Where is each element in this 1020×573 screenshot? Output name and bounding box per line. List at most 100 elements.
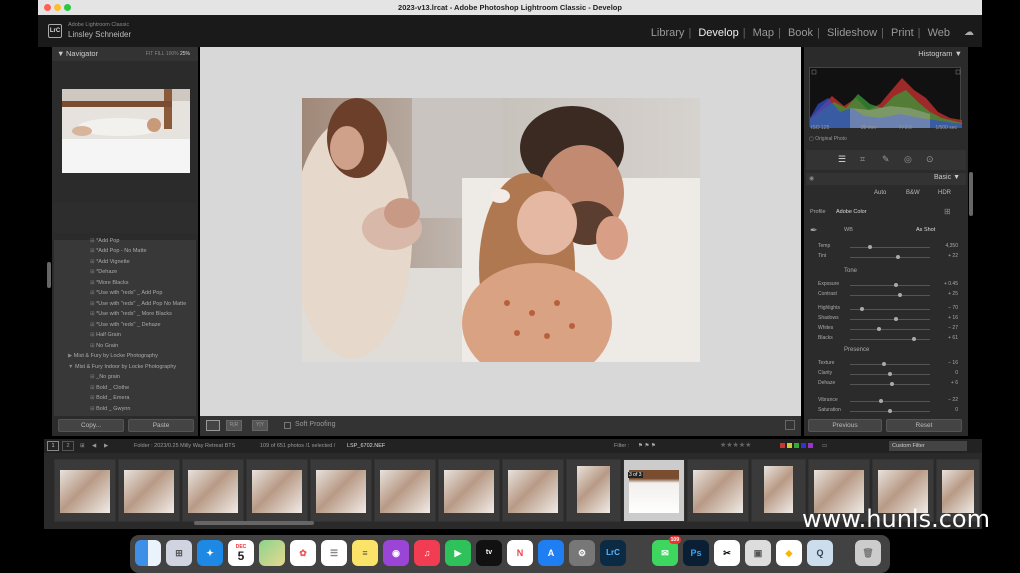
slider-knob[interactable] — [896, 255, 900, 259]
slider-knob[interactable] — [860, 307, 864, 311]
safari-icon[interactable]: ✦ — [197, 540, 223, 566]
navigator-header[interactable]: ▼ Navigator FIT FILL 100% 25% — [52, 47, 198, 61]
label-yellow-filter[interactable] — [787, 443, 792, 448]
preset-item[interactable]: ⊞ *Use with "reds" _ Add Pop — [90, 290, 162, 296]
slider-value[interactable]: − 22 — [948, 397, 958, 403]
slider-tint[interactable]: Tint + 22 — [810, 252, 960, 262]
launchpad-icon[interactable]: ⊞ — [166, 540, 192, 566]
preset-item[interactable]: ⊞ *Dehaze — [90, 269, 117, 275]
before-after-icon[interactable]: R|R — [226, 420, 242, 431]
wb-select[interactable]: As Shot — [916, 227, 935, 233]
slider-knob[interactable] — [897, 293, 902, 297]
slider-value[interactable]: − 16 — [948, 360, 958, 366]
histogram[interactable] — [809, 67, 962, 128]
news-icon[interactable]: N — [507, 540, 533, 566]
slider-exposure[interactable]: Exposure + 0.45 — [810, 280, 960, 290]
slider-shadows[interactable]: Shadows + 16 — [810, 314, 960, 324]
slider-knob[interactable] — [888, 372, 892, 376]
reset-button[interactable]: Reset — [886, 419, 962, 432]
slider-track[interactable] — [850, 329, 930, 330]
lock-icon[interactable]: ▭ — [822, 439, 827, 453]
slider-track[interactable] — [850, 401, 930, 402]
bw-button[interactable]: B&W — [906, 190, 920, 196]
slider-value[interactable]: − 27 — [948, 325, 958, 331]
zoom-100[interactable]: 100% — [166, 51, 179, 57]
filmstrip-thumb[interactable] — [566, 459, 621, 522]
preset-item[interactable]: ⊞ *Add Vignette — [90, 259, 130, 265]
slider-value[interactable]: 0 — [955, 407, 958, 413]
filmstrip-thumb[interactable] — [246, 459, 308, 522]
back-arrow-icon[interactable]: ◀ — [92, 439, 96, 453]
podcasts-icon[interactable]: ◉ — [383, 540, 409, 566]
photoshop-icon[interactable]: Ps — [683, 540, 709, 566]
module-library[interactable]: Library — [651, 27, 685, 39]
loupe-photo[interactable] — [302, 98, 700, 362]
navigator-preview[interactable] — [62, 89, 190, 173]
filmstrip-thumb[interactable] — [54, 459, 116, 522]
page-2-button[interactable]: 2 — [62, 441, 74, 451]
filmstrip-thumb[interactable] — [118, 459, 180, 522]
slider-knob[interactable] — [879, 399, 884, 403]
reminders-icon[interactable]: ☰ — [321, 540, 347, 566]
before-after-swap-icon[interactable]: Y|Y — [252, 420, 268, 431]
lightroom-classic-icon[interactable]: LrC — [600, 540, 626, 566]
trash-icon[interactable]: 🗑 — [855, 540, 881, 566]
slider-track[interactable] — [850, 364, 930, 365]
maps-icon[interactable] — [259, 540, 285, 566]
selected-file[interactable]: LSP_6702.NEF — [347, 439, 385, 453]
custom-filter-select[interactable]: Custom Filter — [889, 441, 967, 451]
filmstrip-thumb-selected[interactable]: 3 of 3 — [623, 459, 685, 522]
healing-icon[interactable]: ✎ — [882, 154, 890, 165]
slider-texture[interactable]: Texture − 16 — [810, 359, 960, 369]
filmstrip-thumb[interactable] — [502, 459, 564, 522]
close-window-button[interactable] — [44, 4, 51, 11]
capcut-icon[interactable]: ✂ — [714, 540, 740, 566]
app-store-icon[interactable]: A — [538, 540, 564, 566]
norton-icon[interactable]: ◆ — [776, 540, 802, 566]
slider-value[interactable]: 0 — [955, 370, 958, 376]
calendar-icon[interactable]: DEC 5 — [228, 540, 254, 566]
filmstrip-thumb[interactable] — [687, 459, 749, 522]
slider-track[interactable] — [850, 285, 930, 286]
original-photo-checkbox[interactable]: ▢ Original Photo — [809, 136, 847, 142]
edit-sliders-icon[interactable]: ☰ — [838, 154, 846, 165]
slider-track[interactable] — [850, 339, 930, 340]
hdr-button[interactable]: HDR — [938, 190, 951, 196]
module-slideshow[interactable]: Slideshow — [827, 27, 877, 39]
main-image-area[interactable] — [200, 47, 801, 416]
zoom-fit[interactable]: FIT — [146, 51, 153, 57]
slider-value[interactable]: + 6 — [951, 380, 958, 386]
slider-knob[interactable] — [890, 382, 895, 386]
finder-icon[interactable] — [135, 540, 161, 566]
photos-icon[interactable]: ✿ — [290, 540, 316, 566]
module-develop[interactable]: Develop — [698, 27, 738, 39]
zoom-25[interactable]: 25% — [180, 51, 190, 57]
system-settings-icon[interactable]: ⚙ — [569, 540, 595, 566]
preset-item[interactable]: ⊞ *Use with "reds" _ Dehaze — [90, 322, 161, 328]
copy-button[interactable]: Copy... — [58, 419, 124, 432]
facetime-icon[interactable]: ▶ — [445, 540, 471, 566]
minimize-window-button[interactable] — [54, 4, 61, 11]
preset-item[interactable]: ⊞ *Use with "reds" _ Add Pop No Matte — [90, 301, 186, 307]
label-red-filter[interactable] — [780, 443, 785, 448]
slider-value[interactable]: + 0.45 — [944, 281, 958, 287]
preset-item[interactable]: ⊞ *Use with "reds" _ More Blacks — [90, 311, 172, 317]
label-blue-filter[interactable] — [801, 443, 806, 448]
module-map[interactable]: Map — [753, 27, 774, 39]
label-green-filter[interactable] — [794, 443, 799, 448]
folder-path[interactable]: Folder : 2023/0.25 Milly Way Retreat BTS — [134, 439, 235, 453]
slider-value[interactable]: 4,350 — [945, 243, 958, 249]
profile-select[interactable]: Adobe Color — [836, 209, 867, 215]
slider-value[interactable]: − 70 — [948, 305, 958, 311]
panel-switch-icon[interactable]: ◉ — [809, 175, 814, 182]
slider-temp[interactable]: Temp 4,350 — [810, 242, 960, 252]
slider-highlights[interactable]: Highlights − 70 — [810, 304, 960, 314]
right-panel-scrollbar[interactable] — [969, 172, 973, 216]
slider-whites[interactable]: Whites − 27 — [810, 324, 960, 334]
messages-icon[interactable]: ✉ 109 — [652, 536, 681, 566]
profile-browser-icon[interactable]: ⊞ — [944, 207, 951, 216]
preset-item[interactable]: ⊞ Bold _ Clothe — [90, 385, 129, 391]
loupe-view-icon[interactable] — [206, 420, 220, 431]
preset-item[interactable]: ⊞ *Add Pop - No Matte — [90, 248, 147, 254]
slider-knob[interactable] — [894, 317, 899, 321]
